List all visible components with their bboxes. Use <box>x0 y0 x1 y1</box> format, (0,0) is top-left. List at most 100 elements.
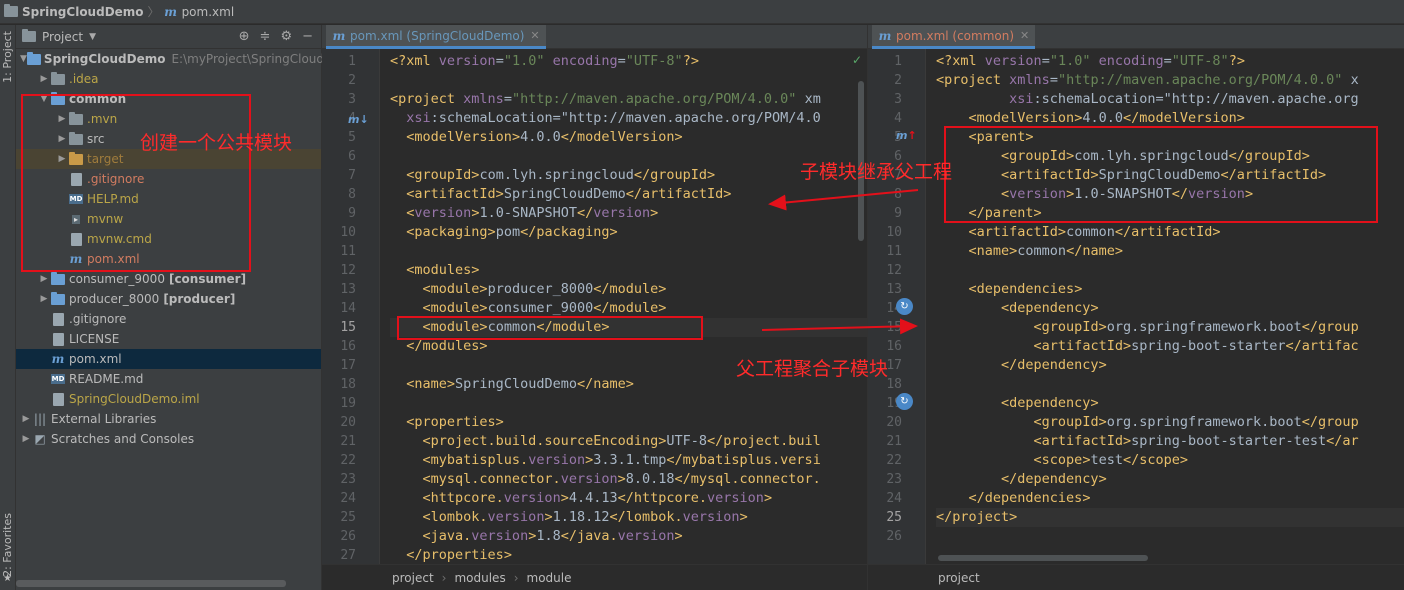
code-line[interactable]: <version>1.0-SNAPSHOT</version> <box>390 204 867 223</box>
tree-item-scratches[interactable]: ▶ ◩ Scratches and Consoles <box>16 429 321 449</box>
code-line[interactable]: <groupId>org.springframework.boot</group <box>936 413 1404 432</box>
expand-arrow-icon[interactable]: ▶ <box>20 414 32 424</box>
maven-icon: m <box>51 352 65 366</box>
library-icon: ||| <box>33 412 47 426</box>
code-line[interactable] <box>936 527 1404 546</box>
project-tool-tab[interactable]: 1: Project <box>1 31 14 83</box>
line-number: 5 <box>348 130 356 145</box>
tab-pom-springclouddemo[interactable]: m pom.xml (SpringCloudDemo) ✕ <box>326 25 546 49</box>
expand-arrow-icon[interactable]: ▼ <box>20 54 27 64</box>
code-line[interactable]: <packaging>pom</packaging> <box>390 223 867 242</box>
code-line[interactable]: </properties> <box>390 546 867 565</box>
code-line[interactable]: <groupId>com.lyh.springcloud</groupId> <box>390 166 867 185</box>
code-line[interactable]: <?xml version="1.0" encoding="UTF-8"?> <box>936 52 1404 71</box>
code-line[interactable]: </dependency> <box>936 470 1404 489</box>
code-line[interactable]: <artifactId>common</artifactId> <box>936 223 1404 242</box>
horizontal-scrollbar[interactable] <box>16 580 286 587</box>
tree-item-readme[interactable]: MD README.md <box>16 369 321 389</box>
left-editor-tabbar: m pom.xml (SpringCloudDemo) ✕ <box>322 25 867 49</box>
tab-title: pom.xml (common) <box>896 28 1015 43</box>
nav-file-label: pom.xml <box>181 4 235 19</box>
horizontal-scrollbar[interactable] <box>938 555 1148 561</box>
line-number: 25 <box>886 510 902 525</box>
code-line[interactable]: <modules> <box>390 261 867 280</box>
project-view-selector[interactable]: Project <box>42 30 83 44</box>
line-number: 3 <box>348 92 356 107</box>
code-line[interactable]: </dependency> <box>936 356 1404 375</box>
code-line[interactable]: <httpcore.version>4.4.13</httpcore.versi… <box>390 489 867 508</box>
tree-item-license[interactable]: LICENSE <box>16 329 321 349</box>
git-file-icon <box>52 312 64 326</box>
breadcrumb-item[interactable]: project <box>938 571 980 585</box>
nav-crumb-file[interactable]: m pom.xml <box>164 4 235 19</box>
nav-crumb-project[interactable]: SpringCloudDemo <box>4 4 144 19</box>
hide-icon[interactable]: − <box>302 29 313 44</box>
run-gutter-icon[interactable]: ↻ <box>896 298 913 315</box>
breadcrumb-item[interactable]: module <box>527 571 572 585</box>
code-line[interactable] <box>390 394 867 413</box>
code-line[interactable] <box>390 147 867 166</box>
tree-item-root[interactable]: ▼ SpringCloudDemo E:\myProject\SpringClo… <box>16 49 324 69</box>
expand-arrow-icon[interactable]: ▶ <box>38 294 50 304</box>
tree-item-root-pom[interactable]: m pom.xml <box>16 349 321 369</box>
code-line[interactable]: <groupId>org.springframework.boot</group <box>936 318 1404 337</box>
close-icon[interactable]: ✕ <box>530 29 539 42</box>
line-number: 14 <box>340 301 356 316</box>
chevron-down-icon[interactable]: ▼ <box>89 32 96 42</box>
line-number: 1 <box>348 54 356 69</box>
code-line[interactable]: </project> <box>936 508 1404 527</box>
code-line[interactable]: <artifactId>spring-boot-starter-test</ar <box>936 432 1404 451</box>
code-line[interactable]: xsi:schemaLocation="http://maven.apache.… <box>936 90 1404 109</box>
code-line[interactable]: <properties> <box>390 413 867 432</box>
collapse-icon[interactable]: ≑ <box>260 29 271 44</box>
code-line[interactable]: <artifactId>SpringCloudDemo</artifactId> <box>390 185 867 204</box>
code-line[interactable] <box>936 375 1404 394</box>
tree-item-root-gitignore[interactable]: .gitignore <box>16 309 321 329</box>
code-line[interactable]: <java.version>1.8</java.version> <box>390 527 867 546</box>
tree-item-producer[interactable]: ▶ producer_8000 [producer] <box>16 289 321 309</box>
code-line[interactable] <box>936 261 1404 280</box>
favorites-tool-tab[interactable]: 2: Favorites <box>1 513 14 577</box>
code-line[interactable]: <dependency> <box>936 394 1404 413</box>
code-line[interactable]: <name>common</name> <box>936 242 1404 261</box>
tree-item-external-libraries[interactable]: ▶ ||| External Libraries <box>16 409 321 429</box>
close-icon[interactable]: ✕ <box>1020 29 1029 42</box>
code-line[interactable]: <artifactId>spring-boot-starter</artifac <box>936 337 1404 356</box>
locate-icon[interactable]: ⊕ <box>239 29 250 44</box>
breadcrumb-item[interactable]: modules <box>454 571 505 585</box>
code-line[interactable]: <mybatisplus.version>3.3.1.tmp</mybatisp… <box>390 451 867 470</box>
code-line[interactable]: <scope>test</scope> <box>936 451 1404 470</box>
run-gutter-icon[interactable]: ↻ <box>896 393 913 410</box>
code-line[interactable]: <module>producer_8000</module> <box>390 280 867 299</box>
line-number: 1 <box>894 54 902 69</box>
line-number: 8 <box>348 187 356 202</box>
breadcrumb-item[interactable]: project <box>392 571 434 585</box>
tree-item-consumer[interactable]: ▶ consumer_9000 [consumer] <box>16 269 321 289</box>
module-folder-icon <box>26 51 41 65</box>
gear-icon[interactable]: ⚙ <box>280 29 292 44</box>
line-number: 2 <box>894 73 902 88</box>
left-code-area[interactable]: <?xml version="1.0" encoding="UTF-8"?> <… <box>390 52 867 565</box>
code-line[interactable]: <dependencies> <box>936 280 1404 299</box>
maven-parent-icon[interactable]: m↑ <box>896 129 917 142</box>
code-line[interactable]: <mysql.connector.version>8.0.18</mysql.c… <box>390 470 867 489</box>
code-line[interactable]: </dependencies> <box>936 489 1404 508</box>
code-line[interactable]: <dependency> <box>936 299 1404 318</box>
maven-override-icon[interactable]: m↓ <box>348 113 369 126</box>
code-line[interactable]: <project.build.sourceEncoding>UTF-8</pro… <box>390 432 867 451</box>
code-line[interactable]: <modelVersion>4.0.0</modelVersion> <box>390 128 867 147</box>
tree-item-idea[interactable]: ▶ .idea <box>16 69 321 89</box>
code-line[interactable] <box>390 71 867 90</box>
code-line[interactable] <box>390 242 867 261</box>
tab-pom-common[interactable]: m pom.xml (common) ✕ <box>872 25 1036 49</box>
expand-arrow-icon[interactable]: ▶ <box>20 434 32 444</box>
project-panel-header: Project ▼ ⊕ ≑ ⚙ − <box>16 25 321 49</box>
expand-arrow-icon[interactable]: ▶ <box>38 74 50 84</box>
tree-item-iml[interactable]: SpringCloudDemo.iml <box>16 389 321 409</box>
code-line[interactable]: <lombok.version>1.18.12</lombok.version> <box>390 508 867 527</box>
expand-arrow-icon[interactable]: ▶ <box>38 274 50 284</box>
code-line[interactable]: xsi:schemaLocation="http://maven.apache.… <box>390 109 867 128</box>
code-line[interactable]: <project xmlns="http://maven.apache.org/… <box>936 71 1404 90</box>
code-line[interactable]: <?xml version="1.0" encoding="UTF-8"?> <box>390 52 867 71</box>
code-line[interactable]: <project xmlns="http://maven.apache.org/… <box>390 90 867 109</box>
